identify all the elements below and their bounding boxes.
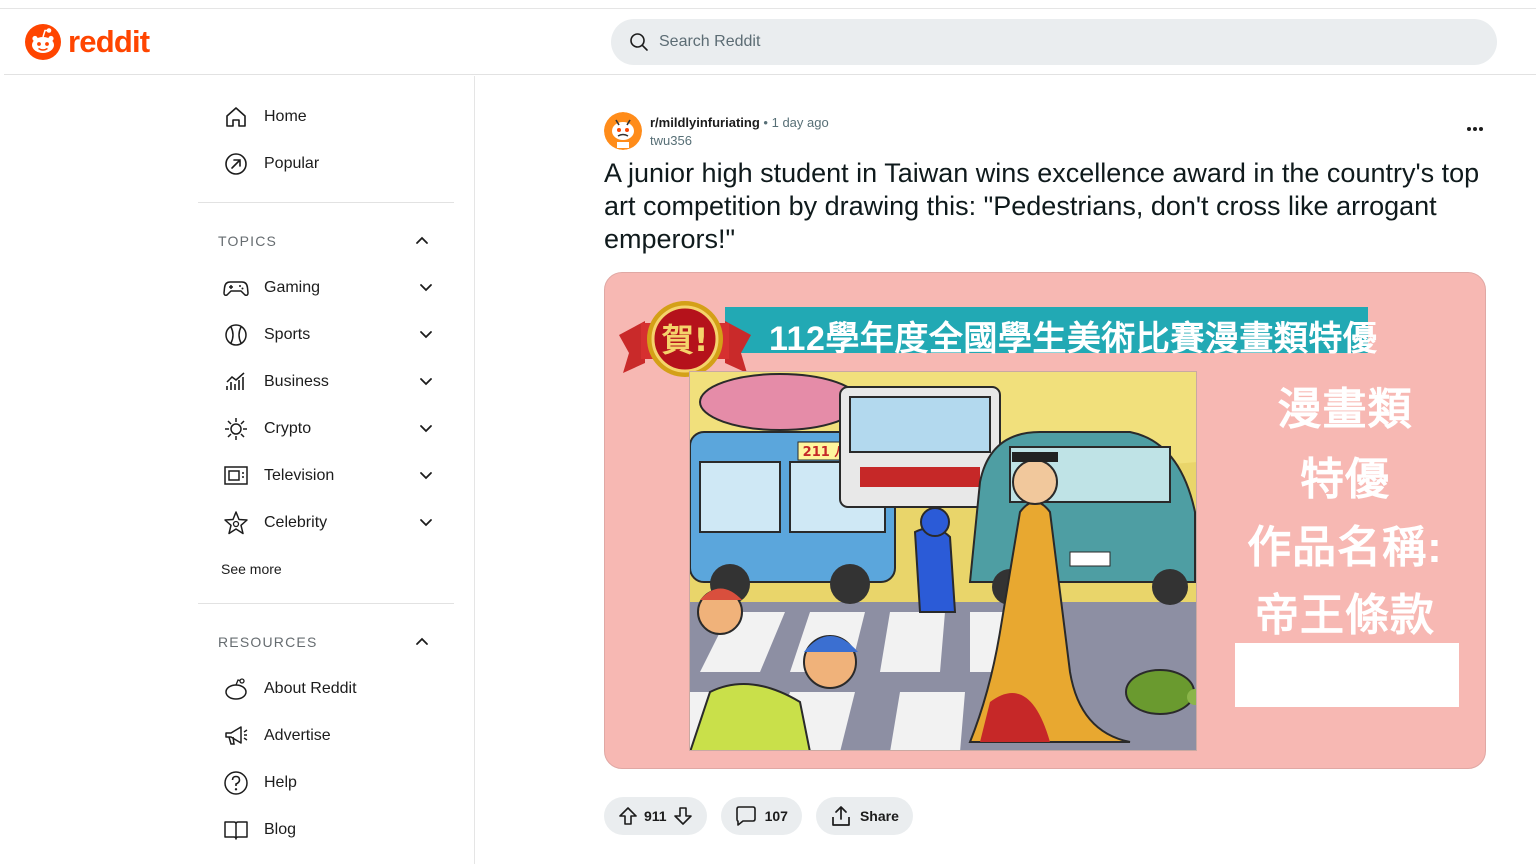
image-white-box [1235, 643, 1459, 707]
topics-title: TOPICS [218, 233, 278, 249]
ellipsis-icon [1467, 127, 1483, 131]
gamepad-icon [222, 274, 250, 302]
sidebar-item-sports[interactable]: Sports [212, 315, 458, 355]
home-icon [222, 103, 250, 131]
help-icon [222, 769, 250, 797]
sidebar-item-popular[interactable]: Popular [212, 144, 458, 184]
chevron-down-icon [420, 378, 432, 386]
downvote-button[interactable] [673, 806, 693, 826]
reddit-alien-icon [222, 675, 250, 703]
sidebar-item-label: Popular [264, 155, 320, 172]
sidebar-item-television[interactable]: Television [212, 456, 458, 496]
sidebar-item-home[interactable]: Home [212, 97, 458, 137]
reddit-logo[interactable]: reddit [24, 23, 150, 61]
resources-title: RESOURCES [218, 634, 318, 650]
vote-bar: 911 [604, 797, 707, 835]
sidebar-divider [198, 202, 454, 203]
image-side-text: 特優 [1300, 455, 1390, 504]
megaphone-icon [222, 722, 250, 750]
sidebar-divider [198, 603, 454, 604]
sidebar-item-about-reddit[interactable]: About Reddit [212, 669, 458, 709]
sidebar-item-gaming[interactable]: Gaming [212, 268, 458, 308]
image-banner: 112學年度全國學生美術比賽漫畫類特優 [725, 307, 1377, 358]
vote-count: 911 [644, 808, 667, 824]
search-input[interactable] [659, 33, 1459, 51]
sidebar-item-label: Business [264, 373, 329, 390]
sidebar-item-label: Help [264, 774, 297, 791]
sidebar-item-business[interactable]: Business [212, 362, 458, 402]
popular-icon [222, 150, 250, 178]
sidebar-item-label: Advertise [264, 727, 331, 744]
share-icon [832, 806, 850, 826]
sidebar-item-label: Home [264, 108, 307, 125]
sidebar-item-help[interactable]: Help [212, 763, 458, 803]
chevron-down-icon [420, 472, 432, 480]
search-icon [630, 33, 648, 51]
award-badge-icon: 賀! [619, 301, 751, 377]
see-more-link[interactable]: See more [221, 561, 282, 577]
resources-section-header[interactable]: RESOURCES [198, 624, 458, 660]
sidebar-item-label: Crypto [264, 420, 312, 437]
sidebar-item-advertise[interactable]: Advertise [212, 716, 458, 756]
image-side-text: 漫畫類 [1277, 385, 1413, 434]
chevron-down-icon [420, 331, 432, 339]
upvote-icon [619, 807, 637, 825]
search-bar[interactable] [611, 19, 1497, 65]
sidebar-item-label: Television [264, 467, 335, 484]
comment-icon [735, 806, 756, 826]
author-link[interactable]: twu356 [650, 132, 829, 150]
sidebar-item-blog[interactable]: Blog [212, 810, 458, 850]
post-meta: r/mildlyinfuriating • 1 day ago twu356 [604, 112, 829, 150]
comments-button[interactable]: 107 [720, 797, 802, 835]
topics-section-header[interactable]: TOPICS [198, 223, 458, 259]
subreddit-link[interactable]: r/mildlyinfuriating [650, 115, 760, 130]
sidebar-item-label: Blog [264, 821, 297, 838]
header: reddit [4, 9, 1536, 75]
meta-separator: • [763, 115, 768, 130]
chevron-down-icon [420, 425, 432, 433]
business-chart-icon [222, 368, 250, 396]
television-icon [222, 462, 250, 490]
post-time: 1 day ago [771, 115, 829, 130]
comment-count: 107 [764, 808, 788, 824]
share-label: Share [859, 808, 899, 824]
banner-text: 112學年度全國學生美術比賽漫畫類特優 [769, 320, 1378, 358]
sidebar-border [474, 76, 475, 864]
sidebar-item-celebrity[interactable]: Celebrity [212, 503, 458, 543]
artwork-illustration: 211 八里線 [689, 371, 1197, 751]
sidebar-item-label: Sports [264, 326, 311, 343]
more-options-button[interactable] [1464, 118, 1486, 140]
chevron-up-icon [416, 236, 428, 244]
star-icon [222, 509, 250, 537]
sidebar-item-crypto[interactable]: Crypto [212, 409, 458, 449]
upvote-button[interactable] [618, 806, 638, 826]
sidebar-item-label: Gaming [264, 279, 321, 296]
downvote-icon [673, 807, 692, 825]
post-actions: 911 107 Share [604, 797, 913, 835]
reddit-alien-logo-icon [25, 24, 61, 60]
logo-wordmark: reddit [68, 24, 150, 59]
sidebar-item-label: About Reddit [264, 680, 357, 697]
book-icon [222, 816, 250, 844]
sports-icon [222, 321, 250, 349]
badge-text: 賀! [662, 321, 709, 359]
post-title[interactable]: A junior high student in Taiwan wins exc… [604, 157, 1484, 256]
share-button[interactable]: Share [815, 797, 913, 835]
chevron-up-icon [416, 637, 428, 645]
chevron-down-icon [420, 284, 432, 292]
sidebar-item-label: Celebrity [264, 514, 328, 531]
subreddit-avatar[interactable] [604, 112, 642, 150]
crypto-icon [222, 415, 250, 443]
post-image[interactable]: 112學年度全國學生美術比賽漫畫類特優 賀! 211 八里線 漫畫類 特優 作品… [604, 272, 1486, 769]
image-side-text: 作品名稱: [1247, 523, 1443, 572]
chevron-down-icon [420, 519, 432, 527]
image-side-text: 帝王條款 [1255, 591, 1435, 640]
